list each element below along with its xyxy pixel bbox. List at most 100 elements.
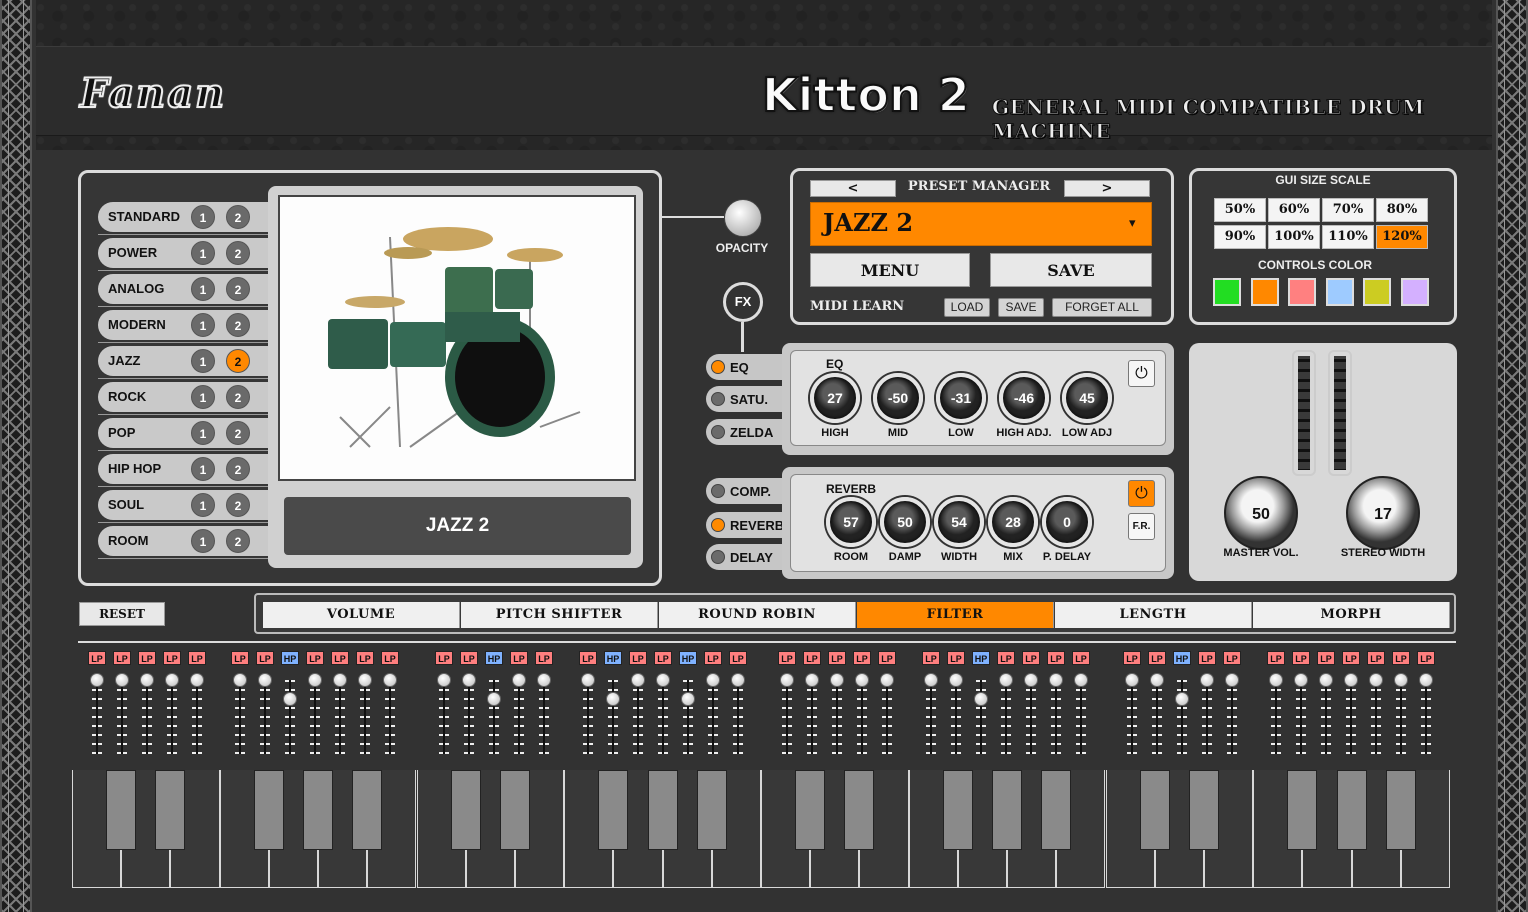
kit-variant-1-button[interactable]: 1 [191, 349, 215, 373]
black-key[interactable] [795, 770, 826, 850]
filter-slider-thumb[interactable] [1419, 673, 1433, 687]
filter-type-lp-toggle[interactable]: LP [778, 651, 796, 665]
filter-slider-thumb[interactable] [706, 673, 720, 687]
filter-slider-thumb[interactable] [949, 673, 963, 687]
freeze-button[interactable]: F.R. [1128, 513, 1155, 540]
filter-slider-thumb[interactable] [880, 673, 894, 687]
filter-type-lp-toggle[interactable]: LP [1342, 651, 1360, 665]
filter-type-lp-toggle[interactable]: LP [138, 651, 156, 665]
color-swatch-1[interactable] [1213, 278, 1241, 306]
filter-type-lp-toggle[interactable]: LP [510, 651, 528, 665]
black-key[interactable] [1188, 770, 1219, 850]
black-key[interactable] [352, 770, 383, 850]
filter-slider-thumb[interactable] [333, 673, 347, 687]
filter-slider-thumb[interactable] [1024, 673, 1038, 687]
color-swatch-2[interactable] [1250, 278, 1279, 306]
filter-type-lp-toggle[interactable]: LP [435, 651, 453, 665]
filter-type-lp-toggle[interactable]: LP [853, 651, 871, 665]
black-key[interactable] [1139, 770, 1170, 850]
filter-type-hp-toggle[interactable]: HP [679, 651, 697, 665]
kit-variant-1-button[interactable]: 1 [191, 493, 215, 517]
filter-type-lp-toggle[interactable]: LP [460, 651, 478, 665]
filter-type-lp-toggle[interactable]: LP [803, 651, 821, 665]
filter-slider-thumb[interactable] [1344, 673, 1358, 687]
filter-slider-thumb[interactable] [190, 673, 204, 687]
filter-slider-thumb[interactable] [1049, 673, 1063, 687]
color-swatch-3[interactable] [1288, 278, 1316, 306]
kit-variant-2-button[interactable]: 2 [226, 241, 250, 265]
filter-slider-thumb[interactable] [855, 673, 869, 687]
color-swatch-6[interactable] [1400, 278, 1429, 306]
reverb-width-knob[interactable]: 54 [934, 497, 984, 547]
filter-type-lp-toggle[interactable]: LP [629, 651, 647, 665]
kit-variant-1-button[interactable]: 1 [191, 277, 215, 301]
kit-variant-1-button[interactable]: 1 [191, 529, 215, 553]
reverb-room-knob[interactable]: 57 [826, 497, 876, 547]
eq-mid-knob[interactable]: -50 [873, 373, 923, 423]
filter-slider-thumb[interactable] [656, 673, 670, 687]
filter-slider-thumb[interactable] [1269, 673, 1283, 687]
black-key[interactable] [647, 770, 678, 850]
filter-type-lp-toggle[interactable]: LP [535, 651, 553, 665]
filter-slider-thumb[interactable] [383, 673, 397, 687]
filter-slider-thumb[interactable] [731, 673, 745, 687]
filter-type-lp-toggle[interactable]: LP [922, 651, 940, 665]
filter-type-lp-toggle[interactable]: LP [1072, 651, 1090, 665]
filter-slider-thumb[interactable] [140, 673, 154, 687]
filter-type-hp-toggle[interactable]: HP [972, 651, 990, 665]
filter-type-lp-toggle[interactable]: LP [947, 651, 965, 665]
black-key[interactable] [598, 770, 629, 850]
kit-variant-1-button[interactable]: 1 [191, 385, 215, 409]
fx-satu-button[interactable]: SATU. [706, 386, 786, 412]
filter-type-lp-toggle[interactable]: LP [1417, 651, 1435, 665]
fx-button[interactable]: FX [723, 282, 763, 322]
filter-type-lp-toggle[interactable]: LP [878, 651, 896, 665]
filter-type-hp-toggle[interactable]: HP [1173, 651, 1191, 665]
tab-length[interactable]: LENGTH [1055, 602, 1252, 628]
fx-delay-button[interactable]: DELAY [706, 544, 786, 570]
filter-slider-thumb[interactable] [830, 673, 844, 687]
filter-slider-thumb[interactable] [437, 673, 451, 687]
filter-type-lp-toggle[interactable]: LP [1022, 651, 1040, 665]
filter-type-lp-toggle[interactable]: LP [1267, 651, 1285, 665]
tab-volume[interactable]: VOLUME [263, 602, 460, 628]
kit-variant-2-button[interactable]: 2 [226, 421, 250, 445]
fx-zelda-button[interactable]: ZELDA [706, 419, 786, 445]
filter-type-lp-toggle[interactable]: LP [579, 651, 597, 665]
filter-type-lp-toggle[interactable]: LP [1392, 651, 1410, 665]
kit-variant-1-button[interactable]: 1 [191, 313, 215, 337]
filter-type-lp-toggle[interactable]: LP [188, 651, 206, 665]
tab-morph[interactable]: MORPH [1253, 602, 1450, 628]
scale-80-button[interactable]: 80% [1376, 198, 1428, 222]
black-key[interactable] [696, 770, 727, 850]
reverb-power-icon[interactable]: ⏻ [1128, 480, 1155, 507]
filter-slider-thumb[interactable] [1319, 673, 1333, 687]
filter-slider-thumb[interactable] [283, 692, 297, 706]
filter-slider-thumb[interactable] [999, 673, 1013, 687]
filter-type-lp-toggle[interactable]: LP [306, 651, 324, 665]
filter-slider-thumb[interactable] [487, 692, 501, 706]
scale-100-button[interactable]: 100% [1268, 225, 1320, 249]
filter-slider-thumb[interactable] [90, 673, 104, 687]
kit-variant-1-button[interactable]: 1 [191, 457, 215, 481]
fx-comp-button[interactable]: COMP. [706, 478, 786, 504]
menu-button[interactable]: MENU [810, 253, 970, 287]
master-volume-knob[interactable]: 50 [1224, 476, 1298, 550]
kit-variant-2-button[interactable]: 2 [226, 457, 250, 481]
opacity-knob[interactable] [724, 199, 762, 237]
midi-save-button[interactable]: SAVE [998, 298, 1044, 317]
eq-low-knob[interactable]: -31 [936, 373, 986, 423]
kit-variant-2-button[interactable]: 2 [226, 205, 250, 229]
filter-slider-thumb[interactable] [1150, 673, 1164, 687]
filter-slider-thumb[interactable] [308, 673, 322, 687]
filter-slider-thumb[interactable] [805, 673, 819, 687]
filter-type-lp-toggle[interactable]: LP [729, 651, 747, 665]
kit-variant-2-button[interactable]: 2 [226, 385, 250, 409]
reverb-mix-knob[interactable]: 28 [988, 497, 1038, 547]
filter-type-lp-toggle[interactable]: LP [1292, 651, 1310, 665]
filter-type-lp-toggle[interactable]: LP [1367, 651, 1385, 665]
filter-slider-thumb[interactable] [1074, 673, 1088, 687]
tab-round-robin[interactable]: ROUND ROBIN [659, 602, 856, 628]
filter-slider-thumb[interactable] [681, 692, 695, 706]
fx-eq-button[interactable]: EQ [706, 354, 786, 380]
